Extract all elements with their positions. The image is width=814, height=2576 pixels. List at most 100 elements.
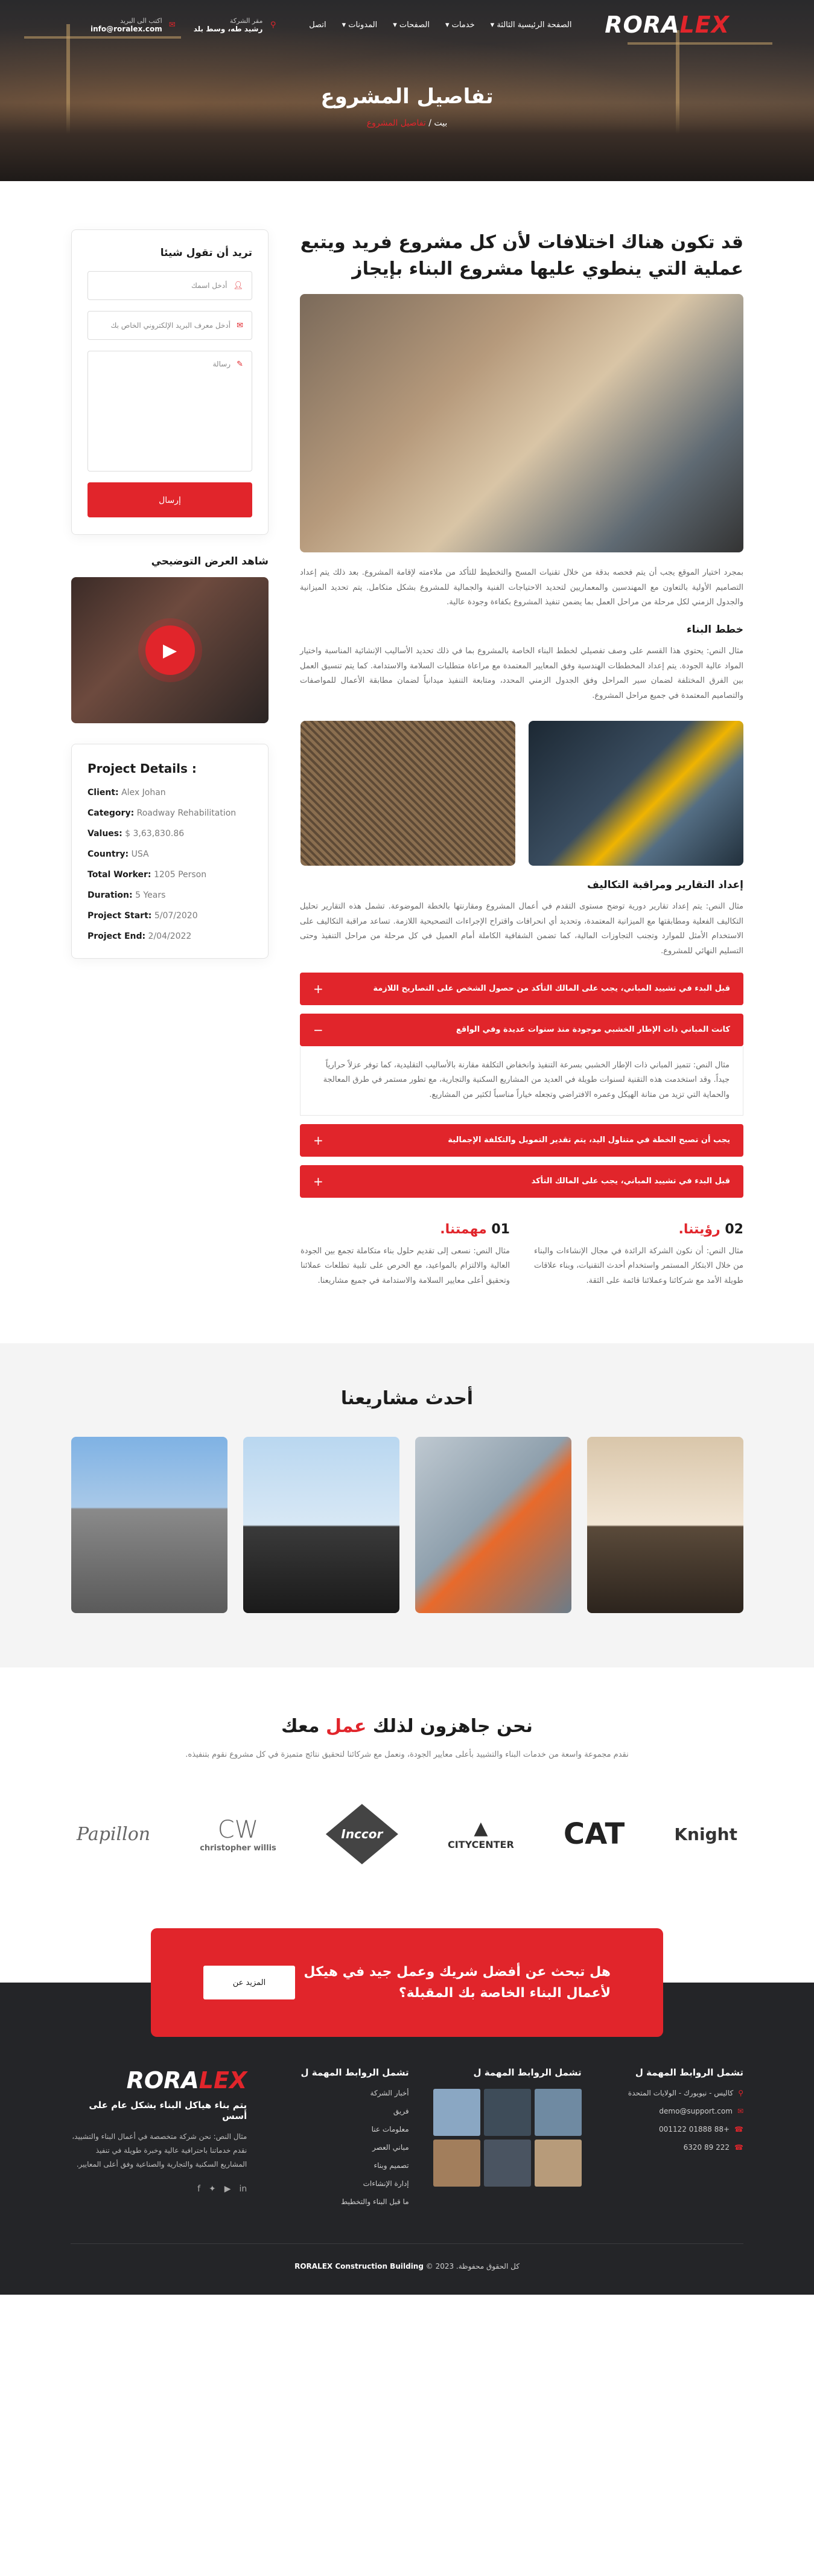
- accordion-header[interactable]: كانت المباني ذات الإطار الخشبي موجودة من…: [300, 1013, 743, 1046]
- projects-grid: [71, 1436, 743, 1613]
- city-skyline: [0, 103, 814, 181]
- cta-banner: هل تبحث عن أفضل شريك وعمل جيد في هيكل لأ…: [151, 1928, 663, 2037]
- gallery-thumb[interactable]: [483, 2140, 531, 2187]
- envelope-icon: ✉: [737, 2107, 743, 2116]
- top-bar: RORALEX الصفحة الرئيسية الثالثة ▾ خدمات …: [0, 0, 814, 50]
- email-input[interactable]: ✉ أدخل معرف البريد الإلكتروني الخاص بك: [87, 311, 252, 340]
- page-header: RORALEX الصفحة الرئيسية الثالثة ▾ خدمات …: [0, 0, 814, 181]
- nav-blogs[interactable]: المدونات ▾: [342, 21, 378, 30]
- facebook-icon[interactable]: f: [197, 2184, 200, 2194]
- intro-paragraph: بمجرد اختيار الموقع يجب أن يتم فحصه بدقة…: [300, 568, 743, 607]
- submit-button[interactable]: إرسال: [87, 482, 252, 517]
- breadcrumb: بيت / تفاصيل المشروع: [366, 118, 448, 128]
- brand-logo-christopher-willis: CW christopher willis: [200, 1815, 276, 1853]
- logo[interactable]: RORALEX: [605, 11, 730, 38]
- accordion-header[interactable]: قبل البدء في تشييد المباني، يجب على الما…: [300, 1165, 743, 1198]
- welder-image: [529, 720, 743, 866]
- section-subtitle: نقدم مجموعة واسعة من خدمات البناء والتشي…: [185, 1750, 629, 1759]
- social-links: in ▶ ✦ f: [71, 2184, 247, 2194]
- footer-link[interactable]: إدارة الإنشاءات: [271, 2179, 409, 2188]
- message-textarea[interactable]: ✎ رسالة: [87, 351, 252, 471]
- detail-row: Category: Roadway Rehabilitation: [87, 808, 237, 818]
- header-address: ⚲ مقر الشركة رشيد طه، وسط بلد: [193, 16, 276, 33]
- brand-logos: Papillon CW christopher willis Inccor ▲ CI…: [71, 1804, 743, 1865]
- envelope-icon: ✉: [237, 321, 243, 330]
- footer-contact: تشمل الروابط المهمة ل ⚲ كاليس - نيويورك -…: [628, 2067, 743, 2152]
- project-details-card: Project Details : Client: Alex Johan Cat…: [71, 744, 269, 959]
- plus-icon: +: [313, 1174, 323, 1189]
- copyright: كل الحقوق محفوظة. RORALEX Construction B…: [71, 2243, 743, 2271]
- project-card[interactable]: [587, 1436, 743, 1613]
- phone-icon: ☎: [734, 2125, 743, 2134]
- demo-video[interactable]: ▶: [71, 577, 269, 723]
- name-input[interactable]: 👤︎ أدخل اسمك: [87, 271, 252, 300]
- play-icon[interactable]: ▶: [145, 625, 195, 675]
- footer-link[interactable]: أخبار الشركة: [271, 2089, 409, 2097]
- gallery-thumb[interactable]: [483, 2089, 531, 2137]
- footer-link[interactable]: ما قبل البناء والتخطيط: [271, 2197, 409, 2206]
- footer-gallery: تشمل الروابط المهمة ل: [433, 2067, 582, 2216]
- project-card[interactable]: [243, 1436, 399, 1613]
- details-title: Project Details :: [87, 761, 197, 776]
- form-title: تريد أن تقول شيئا: [160, 247, 252, 259]
- breadcrumb-current: تفاصيل المشروع: [366, 118, 426, 128]
- gallery-thumb[interactable]: [433, 2089, 480, 2137]
- sidebar: تريد أن تقول شيئا 👤︎ أدخل اسمك ✉ أدخل مع…: [71, 229, 269, 1289]
- accordion-header[interactable]: يجب أن تصبح الخطة في متناول اليد، يتم تق…: [300, 1123, 743, 1157]
- footer-link[interactable]: معلومات عنا: [271, 2125, 409, 2133]
- linkedin-icon[interactable]: in: [240, 2184, 247, 2194]
- vision-block: 02 رؤيتنا. مثال النص: أن نكون الشركة الر…: [534, 1221, 743, 1285]
- brand-logo-papillon: Papillon: [77, 1823, 151, 1845]
- project-content: قد تكون هناك اختلافات لأن كل مشروع فريد …: [300, 229, 743, 1289]
- twitter-icon[interactable]: ✦: [209, 2184, 216, 2194]
- nav-pages[interactable]: الصفحات ▾: [393, 21, 430, 30]
- accordion-header[interactable]: قبل البدء في تشييد المباني، يجب على الما…: [300, 972, 743, 1005]
- plus-icon: +: [313, 1133, 323, 1148]
- footer-link[interactable]: فريق: [271, 2107, 409, 2115]
- breadcrumb-home[interactable]: بيت: [434, 118, 447, 128]
- brand-logo-cat: CAT: [563, 1817, 625, 1852]
- accordion-item: يجب أن تصبح الخطة في متناول اليد، يتم تق…: [300, 1123, 743, 1157]
- image-pair: [300, 720, 743, 866]
- cta-button[interactable]: المزيد عن: [203, 1966, 295, 2000]
- section-heading: خطط البناء: [686, 624, 743, 636]
- detail-row: Values: $ 3,63,830.86: [87, 829, 185, 839]
- mission-vision: 02 رؤيتنا. مثال النص: أن نكون الشركة الر…: [300, 1222, 743, 1289]
- map-pin-icon: ⚲: [738, 2089, 743, 2098]
- brand-logo-inccor: Inccor: [325, 1804, 398, 1865]
- footer-link[interactable]: مباني العصر: [271, 2143, 409, 2152]
- latest-projects: أحدث مشاريعنا: [0, 1343, 814, 1667]
- nav-contact[interactable]: اتصل: [309, 21, 326, 30]
- brand-logo-knight: Knight: [674, 1824, 737, 1844]
- detail-row: Duration: 5 Years: [87, 890, 166, 900]
- project-card[interactable]: [71, 1436, 227, 1613]
- accordion-item: قبل البدء في تشييد المباني، يجب على الما…: [300, 1165, 743, 1198]
- header-contact: ⚲ مقر الشركة رشيد طه، وسط بلد ✉ اكتب الى…: [91, 17, 276, 33]
- detail-row: Project Start: 5/07/2020: [87, 911, 198, 921]
- youtube-icon[interactable]: ▶: [224, 2184, 231, 2194]
- gallery-thumb[interactable]: [534, 2089, 582, 2137]
- section-paragraph: مثال النص: يحتوي هذا القسم على وصف تفصيل…: [300, 647, 743, 701]
- faq-accordion: قبل البدء في تشييد المباني، يجب على الما…: [300, 972, 743, 1198]
- plus-icon: +: [313, 981, 323, 996]
- accordion-item: قبل البدء في تشييد المباني، يجب على الما…: [300, 972, 743, 1005]
- nav-home[interactable]: الصفحة الرئيسية الثالثة ▾: [491, 21, 572, 30]
- nav-services[interactable]: خدمات ▾: [445, 21, 475, 30]
- header-email[interactable]: ✉ اكتب الى البريد info@roralex.com: [91, 17, 176, 33]
- accordion-body: مثال النص: تتميز المباني ذات الإطار الخش…: [300, 1046, 743, 1116]
- user-icon: 👤︎: [233, 281, 243, 290]
- section-paragraph: مثال النص: يتم إعداد تقارير دورية توضح م…: [300, 901, 743, 956]
- section-title: نحن جاهزون لذلك عمل معك: [281, 1715, 533, 1737]
- detail-row: Total Worker: 1205 Person: [87, 870, 207, 880]
- article-title: قد تكون هناك اختلافات لأن كل مشروع فريد …: [300, 232, 743, 280]
- footer-logo[interactable]: RORALEX: [71, 2067, 247, 2094]
- mission-block: 01 مهمتنا. مثال النص: نسعى إلى تقديم حلو…: [300, 1221, 510, 1285]
- gallery-thumb[interactable]: [534, 2140, 582, 2187]
- partners-section: نحن جاهزون لذلك عمل معك نقدم مجموعة واسع…: [0, 1667, 814, 1865]
- gallery-thumb[interactable]: [433, 2140, 480, 2187]
- project-card[interactable]: [415, 1436, 571, 1613]
- cta-text: هل تبحث عن أفضل شريك وعمل جيد في هيكل لأ…: [304, 1964, 611, 2001]
- detail-row: Project End: 2/04/2022: [87, 932, 192, 941]
- footer-link[interactable]: تصميم وبناء: [271, 2161, 409, 2170]
- detail-row: Client: Alex Johan: [87, 788, 166, 797]
